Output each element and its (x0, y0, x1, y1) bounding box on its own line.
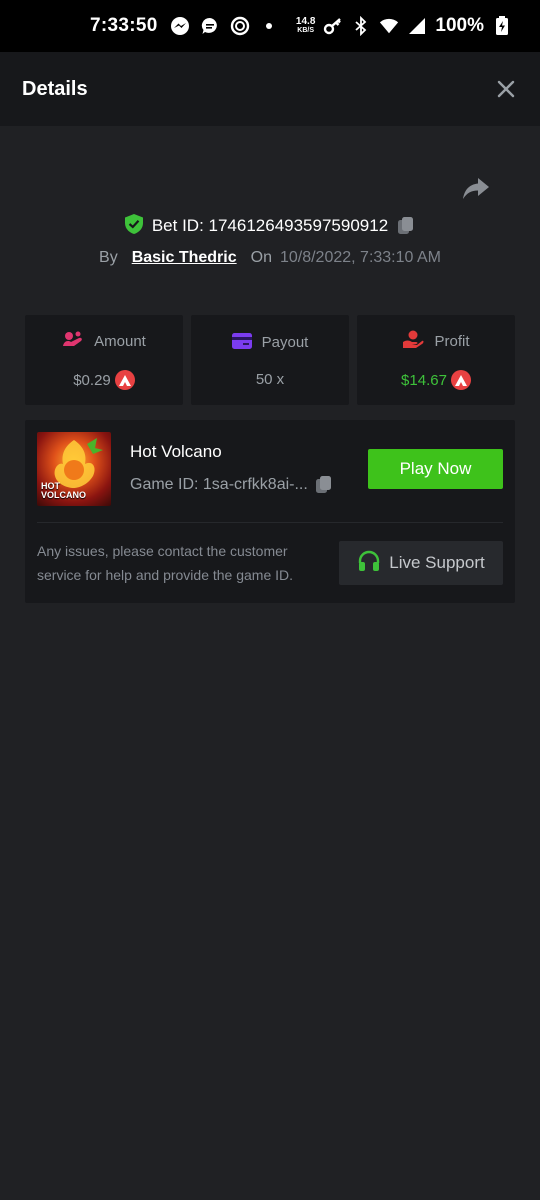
copy-game-id-icon[interactable] (314, 475, 334, 495)
bet-author-row: By Basic Thedric On 10/8/2022, 7:33:10 A… (0, 244, 540, 272)
notification-icons (170, 16, 272, 36)
live-support-label: Live Support (389, 553, 485, 572)
wifi-icon (379, 16, 399, 36)
amount-label: Amount (94, 332, 146, 350)
bet-date: 10/8/2022, 7:33:10 AM (279, 249, 441, 266)
net-speed: 14.8 KB/S (296, 17, 315, 35)
live-support-button[interactable]: Live Support (339, 541, 503, 585)
headset-icon (357, 550, 381, 577)
game-id: Game ID: 1sa-crfkk8ai-... (130, 476, 308, 493)
share-icon (463, 178, 489, 199)
close-icon (497, 80, 515, 98)
battery-percent: 100% (435, 15, 484, 36)
avax-coin-icon (450, 370, 471, 390)
amount-card: Amount $0.29 (25, 315, 183, 405)
battery-charging-icon (492, 16, 512, 36)
bluetooth-icon (351, 16, 371, 36)
amount-value: $0.29 (73, 371, 111, 389)
game-name: Hot Volcano (130, 442, 222, 461)
avax-coin-icon (114, 370, 135, 390)
amount-icon (62, 330, 84, 352)
bet-id-row: Bet ID: 1746126493597590912 (0, 212, 540, 240)
username-link[interactable]: Basic Thedric (132, 249, 237, 267)
profit-value: $14.67 (401, 371, 447, 389)
more-notifications-dot (265, 23, 272, 29)
payout-label: Payout (261, 334, 309, 351)
thumb-text-volcano: VOLCANO (41, 490, 86, 500)
game-id-row: Game ID: 1sa-crfkk8ai-... (130, 475, 334, 495)
system-icons: 14.8 KB/S 100% (296, 15, 512, 37)
thumbnail-text: HOT VOLCANO (41, 482, 86, 500)
by-label: By (99, 249, 118, 266)
payout-value: 50 x (255, 370, 285, 388)
page-title: Details (22, 77, 88, 100)
chat-icon (200, 16, 220, 36)
payout-card-icon (231, 332, 252, 353)
profit-icon (402, 330, 424, 352)
play-now-button[interactable]: Play Now (368, 449, 503, 489)
game-card: HOT VOLCANO Hot Volcano Game ID: 1sa-crf… (25, 420, 515, 603)
key-icon (323, 16, 343, 36)
game-thumbnail[interactable]: HOT VOLCANO (37, 432, 111, 506)
divider (37, 522, 503, 523)
net-speed-unit: KB/S (297, 27, 315, 34)
support-help-text: Any issues, please contact the customer … (37, 543, 294, 583)
details-header: Details (0, 52, 540, 126)
profit-label: Profit (434, 332, 470, 350)
bet-stats: Amount $0.29 Payout 50 x Profit $14.67 (25, 315, 515, 405)
payout-card: Payout 50 x (191, 315, 349, 405)
net-speed-value: 14.8 (295, 16, 316, 27)
profit-card: Profit $14.67 (357, 315, 515, 405)
on-label: On (250, 249, 272, 266)
status-time: 7:33:50 (90, 15, 158, 36)
bet-id: Bet ID: 1746126493597590912 (151, 216, 389, 235)
signal-icon (407, 16, 427, 36)
copy-bet-id-icon[interactable] (396, 216, 416, 236)
circle-app-icon (230, 16, 250, 36)
share-button[interactable] (462, 176, 490, 202)
messenger-icon (170, 16, 190, 36)
close-button[interactable] (494, 77, 518, 101)
verified-shield-icon (124, 213, 144, 240)
status-bar: 7:33:50 14.8 KB/S 100% (0, 0, 540, 52)
